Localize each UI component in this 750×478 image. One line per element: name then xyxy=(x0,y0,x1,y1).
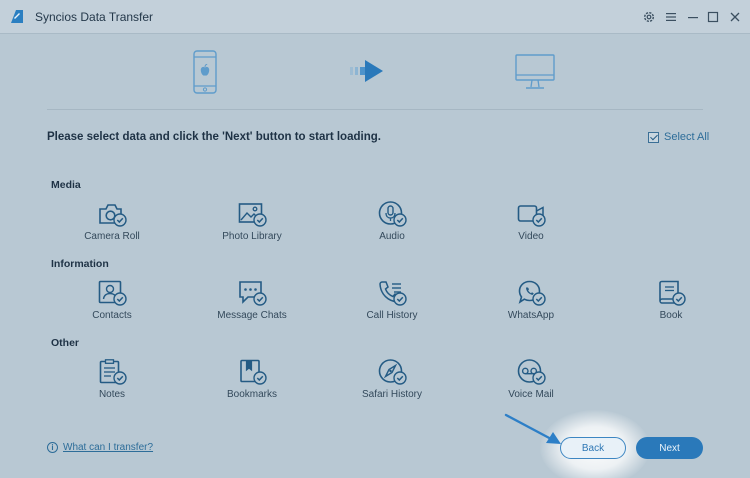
menu-icon[interactable] xyxy=(662,8,680,26)
pointer-arrow-icon xyxy=(504,413,561,444)
app-logo-icon xyxy=(11,10,23,23)
contacts-icon xyxy=(98,280,127,306)
voicemail-icon xyxy=(517,359,546,385)
settings-icon[interactable] xyxy=(640,8,658,26)
info-icon: i xyxy=(47,442,58,453)
video-icon xyxy=(517,205,546,227)
right-arrow-icon xyxy=(350,60,383,82)
chat-icon xyxy=(239,281,267,306)
item-label: Camera Roll xyxy=(84,231,140,242)
category-title-other: Other xyxy=(51,337,80,349)
microphone-icon xyxy=(378,201,407,227)
compass-icon xyxy=(378,359,407,385)
data-item-book[interactable]: Book xyxy=(611,280,731,330)
item-label: Contacts xyxy=(92,310,132,321)
photo-icon xyxy=(238,203,267,227)
camera-icon xyxy=(99,204,127,227)
item-label: Video xyxy=(518,231,544,242)
window-title: Syncios Data Transfer xyxy=(35,10,154,24)
category-title-media: Media xyxy=(51,179,81,191)
data-item-audio[interactable]: Audio xyxy=(332,201,452,251)
title-bar: Syncios Data Transfer xyxy=(0,0,750,34)
data-item-whatsapp[interactable]: WhatsApp xyxy=(471,280,591,330)
phone-list-icon xyxy=(379,281,407,306)
checkbox-checked[interactable] xyxy=(648,131,659,143)
book-icon xyxy=(659,280,686,306)
item-label: Notes xyxy=(98,389,126,400)
computer-monitor-icon xyxy=(515,54,555,89)
maximize-icon[interactable] xyxy=(704,8,722,26)
data-item-notes[interactable]: Notes xyxy=(52,359,172,409)
data-item-photo-library[interactable]: Photo Library xyxy=(192,201,312,251)
item-label: WhatsApp xyxy=(507,310,555,321)
device-transfer-header xyxy=(47,40,703,110)
help-link[interactable]: i What can I transfer? xyxy=(47,442,153,453)
minimize-icon[interactable] xyxy=(684,8,702,26)
data-item-camera-roll[interactable]: Camera Roll xyxy=(52,201,172,251)
data-item-message-chats[interactable]: Message Chats xyxy=(192,280,312,330)
item-label: Message Chats xyxy=(217,310,287,321)
notes-icon xyxy=(99,359,127,385)
item-label: Book xyxy=(659,310,683,321)
data-item-voice-mail[interactable]: Voice Mail xyxy=(471,359,591,409)
data-item-safari-history[interactable]: Safari History xyxy=(332,359,452,409)
item-label: Safari History xyxy=(361,389,422,400)
category-title-information: Information xyxy=(51,258,109,270)
close-icon[interactable] xyxy=(726,8,744,26)
data-item-call-history[interactable]: Call History xyxy=(332,280,452,330)
item-label: Bookmarks xyxy=(226,389,277,400)
help-link-text[interactable]: What can I transfer? xyxy=(63,442,153,453)
select-all-checkbox[interactable]: Select All xyxy=(648,131,709,143)
data-item-contacts[interactable]: Contacts xyxy=(52,280,172,330)
iphone-icon xyxy=(193,50,217,94)
item-label: Voice Mail xyxy=(508,389,554,400)
whatsapp-icon xyxy=(518,280,546,306)
item-label: Photo Library xyxy=(222,231,282,242)
item-label: Audio xyxy=(379,231,405,242)
next-button[interactable]: Next xyxy=(636,437,703,459)
data-item-video[interactable]: Video xyxy=(471,201,591,251)
data-item-bookmarks[interactable]: Bookmarks xyxy=(192,359,312,409)
select-all-label: Select All xyxy=(664,131,710,143)
back-button[interactable]: Back xyxy=(560,437,626,459)
instruction-text: Please select data and click the 'Next' … xyxy=(47,131,381,143)
item-label: Call History xyxy=(366,310,418,321)
bookmark-icon xyxy=(240,359,267,385)
